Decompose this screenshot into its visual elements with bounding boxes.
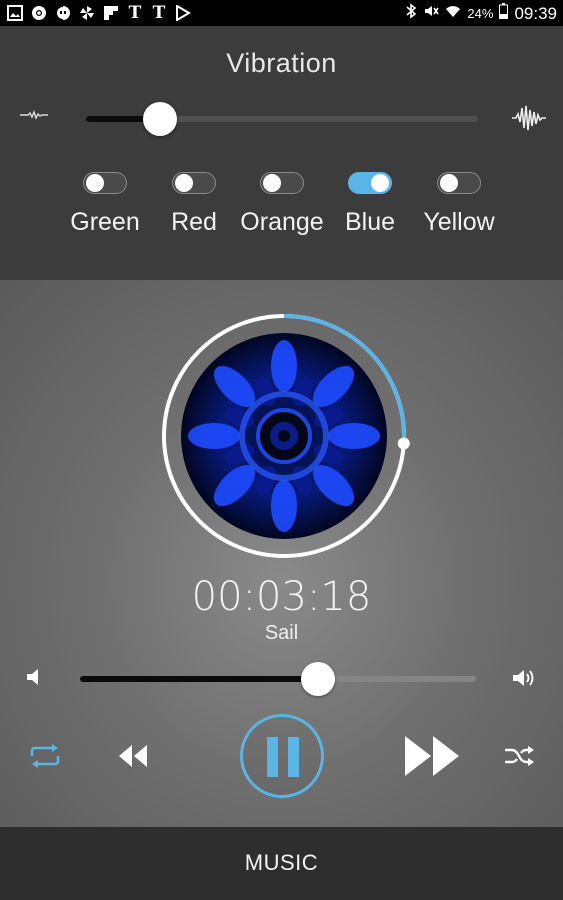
toggle-knob bbox=[263, 174, 281, 192]
red-label: Red bbox=[171, 208, 217, 236]
flipboard-icon bbox=[102, 4, 120, 22]
battery-percent: 24% bbox=[467, 6, 494, 21]
nyt-icon: T bbox=[152, 3, 166, 23]
orange-label: Orange bbox=[240, 208, 324, 236]
color-item-orange[interactable]: Orange bbox=[234, 172, 330, 237]
gallery-icon bbox=[6, 4, 24, 22]
elapsed-time: 00:03:18 bbox=[191, 574, 372, 620]
color-item-yellow[interactable]: Yellow bbox=[414, 172, 504, 237]
wifi-icon bbox=[445, 3, 461, 24]
status-bar: T T 24% 09:39 bbox=[0, 0, 563, 26]
color-item-red[interactable]: Red bbox=[159, 172, 229, 237]
clock: 09:39 bbox=[514, 3, 557, 23]
vibration-slider[interactable] bbox=[86, 102, 478, 136]
play-pause-button[interactable] bbox=[240, 714, 324, 798]
volume-slider[interactable] bbox=[80, 662, 476, 696]
music-tab-label: MUSIC bbox=[244, 850, 319, 875]
volume-low-icon bbox=[26, 668, 42, 691]
red-toggle[interactable] bbox=[172, 172, 216, 194]
yellow-toggle[interactable] bbox=[437, 172, 481, 194]
nyt-icon: T bbox=[128, 3, 142, 23]
blue-label: Blue bbox=[344, 208, 396, 236]
toggle-knob bbox=[371, 174, 389, 192]
orange-toggle[interactable] bbox=[260, 172, 304, 194]
mute-icon bbox=[423, 3, 440, 24]
album-disc bbox=[158, 310, 410, 562]
vibration-title: Vibration bbox=[226, 48, 337, 78]
yellow-label: Yellow bbox=[423, 208, 495, 236]
volume-slider-fill bbox=[80, 676, 318, 682]
track-title: Sail bbox=[264, 622, 299, 644]
art-petal bbox=[271, 480, 297, 532]
album-art bbox=[181, 333, 387, 539]
repeat-icon bbox=[28, 744, 62, 772]
bluetooth-icon bbox=[405, 3, 417, 24]
weak-vibration-icon bbox=[20, 108, 48, 127]
shuffle-button[interactable] bbox=[503, 744, 535, 773]
art-petal bbox=[271, 340, 297, 392]
settings-panel: Vibration Green Red Orange Blue Yellow bbox=[0, 26, 563, 280]
rewind-icon bbox=[117, 745, 149, 773]
volume-slider-thumb[interactable] bbox=[300, 662, 335, 696]
rewind-button[interactable] bbox=[117, 743, 149, 774]
art-petal bbox=[328, 423, 380, 449]
toggle-knob bbox=[175, 174, 193, 192]
green-label: Green bbox=[70, 208, 140, 236]
toggle-knob bbox=[86, 174, 104, 192]
toggle-knob bbox=[440, 174, 458, 192]
green-toggle[interactable] bbox=[83, 172, 127, 194]
chrome-icon bbox=[30, 4, 48, 22]
art-petal bbox=[188, 423, 240, 449]
bottom-bar[interactable]: MUSIC bbox=[0, 827, 563, 900]
player-area: 00:03:18 Sail bbox=[0, 280, 563, 827]
repeat-button[interactable] bbox=[28, 744, 62, 773]
color-item-green[interactable]: Green bbox=[66, 172, 144, 237]
play-store-icon bbox=[174, 4, 192, 22]
fast-forward-icon bbox=[403, 736, 461, 782]
shuffle-icon bbox=[503, 746, 535, 772]
fast-forward-button[interactable] bbox=[403, 734, 461, 783]
volume-high-icon bbox=[512, 668, 536, 693]
color-item-blue[interactable]: Blue bbox=[337, 172, 403, 237]
notification-icons: T T bbox=[6, 3, 192, 23]
hangouts-icon bbox=[54, 4, 72, 22]
blue-toggle[interactable] bbox=[348, 172, 392, 194]
system-icons: 24% 09:39 bbox=[405, 3, 557, 24]
vibration-slider-thumb[interactable] bbox=[143, 102, 178, 136]
pinwheel-icon bbox=[78, 4, 96, 22]
pause-icon bbox=[265, 737, 301, 782]
strong-vibration-icon bbox=[512, 104, 546, 137]
progress-ring-thumb[interactable] bbox=[397, 437, 410, 450]
battery-icon bbox=[499, 3, 509, 24]
